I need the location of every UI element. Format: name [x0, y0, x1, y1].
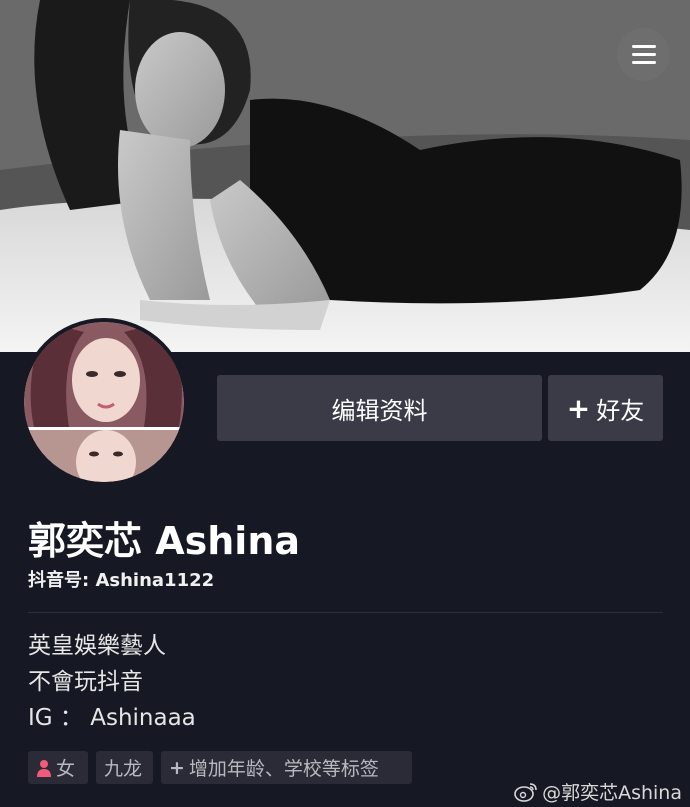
menu-bar	[631, 61, 656, 64]
weibo-watermark: @郭奕芯Ashina	[514, 778, 682, 805]
city-tag: 九龙	[96, 751, 153, 784]
add-friend-label: 好友	[596, 396, 645, 425]
avatar[interactable]	[24, 322, 184, 482]
plus-icon: +	[169, 756, 185, 779]
profile-name: 郭奕芯 Ashina	[28, 519, 301, 563]
menu-bar	[631, 45, 656, 48]
gender-label: 女	[56, 758, 76, 780]
add-friend-button[interactable]: + 好友	[548, 375, 663, 441]
add-tag-label: 增加年龄、学校等标签	[188, 758, 379, 780]
bio-line: 英皇娛樂藝人	[28, 633, 166, 659]
cover-photo	[0, 0, 690, 352]
plus-icon: +	[566, 391, 591, 425]
douyin-id: 抖音号: Ashina1122	[28, 570, 215, 591]
bio: 英皇娛樂藝人 不會玩抖音 IG ： Ashinaaa	[28, 628, 196, 736]
hamburger-menu-icon[interactable]	[617, 28, 670, 81]
female-icon	[37, 759, 51, 777]
menu-bar	[631, 53, 656, 56]
edit-profile-label: 编辑资料	[331, 396, 428, 425]
gender-tag: 女	[28, 751, 88, 784]
watermark-text: @郭奕芯Ashina	[542, 782, 682, 804]
edit-profile-button[interactable]: 编辑资料	[217, 375, 542, 441]
cover-photo-illustration	[0, 0, 690, 352]
bio-line: 不會玩抖音	[28, 669, 143, 695]
add-tag-button[interactable]: + 增加年龄、学校等标签	[161, 751, 412, 784]
bio-line: IG ： Ashinaaa	[28, 705, 196, 731]
divider	[28, 612, 663, 613]
avatar-photo	[24, 322, 184, 482]
city-label: 九龙	[104, 758, 143, 780]
weibo-logo-icon	[514, 782, 537, 802]
